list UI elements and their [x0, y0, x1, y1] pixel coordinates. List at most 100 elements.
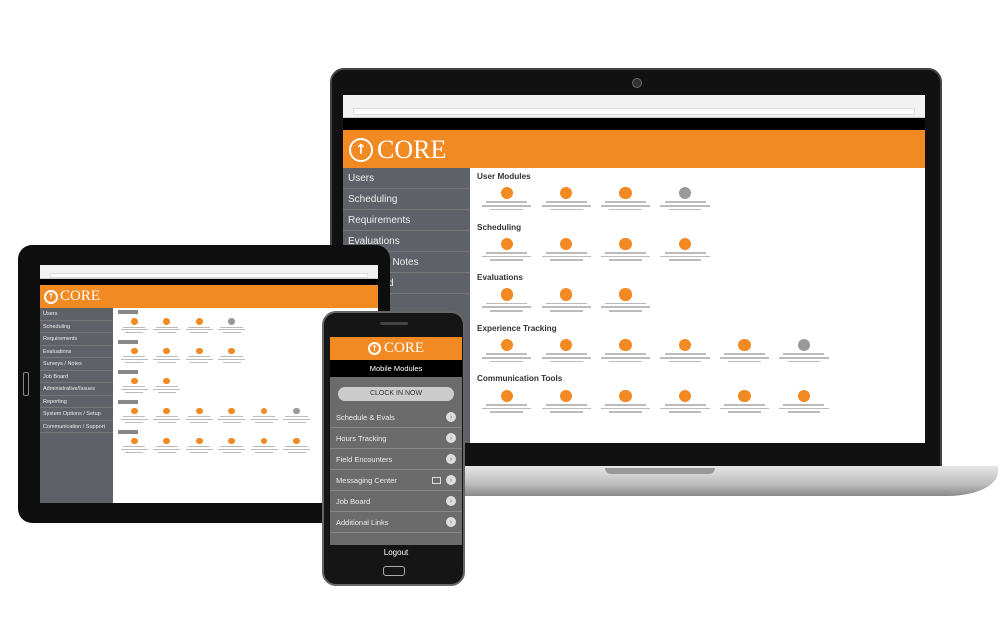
sidebar-item[interactable]: System Options / Setup	[40, 408, 113, 421]
mobile-menu-item[interactable]: Schedule & Evals ›	[330, 407, 462, 428]
sidebar-item[interactable]: Communication / Support	[40, 421, 113, 433]
mobile-menu-item[interactable]: Messaging Center ›	[330, 470, 462, 491]
module-tile[interactable]	[715, 389, 774, 413]
module-tile[interactable]	[248, 437, 280, 453]
section-heading: Experience Tracking	[477, 323, 557, 333]
module-text-line	[222, 422, 241, 424]
module-tile[interactable]	[118, 377, 150, 394]
module-icon	[195, 437, 203, 445]
module-text-line	[605, 252, 647, 254]
sidebar-item[interactable]: Scheduling	[40, 321, 113, 333]
sidebar-item[interactable]: Scheduling	[343, 189, 470, 210]
sidebar-item[interactable]: Requirements	[40, 333, 113, 346]
module-text-line	[125, 392, 144, 394]
module-tile[interactable]	[774, 338, 833, 363]
module-tile[interactable]	[477, 237, 536, 261]
module-tile[interactable]	[536, 187, 595, 211]
module-tile[interactable]	[183, 347, 215, 364]
item-actions: ›	[446, 496, 456, 506]
item-actions: ›	[446, 433, 456, 443]
module-text-line	[220, 446, 243, 448]
sidebar-item[interactable]: Users	[40, 308, 113, 321]
chevron-right-icon[interactable]: ›	[446, 496, 456, 506]
module-tile[interactable]	[536, 237, 595, 261]
module-tile[interactable]	[118, 407, 150, 424]
module-text-line	[490, 309, 524, 312]
module-text-line	[157, 422, 176, 424]
module-tile[interactable]	[655, 389, 714, 413]
module-tile[interactable]	[715, 338, 774, 363]
module-text-line	[255, 422, 274, 424]
module-text-line	[157, 392, 176, 394]
module-text-line	[285, 416, 308, 418]
chevron-right-icon[interactable]: ›	[446, 517, 456, 527]
module-tile[interactable]	[215, 347, 247, 364]
module-text-line	[609, 411, 642, 413]
module-tile[interactable]	[183, 437, 215, 453]
module-tile[interactable]	[150, 317, 182, 334]
module-tile[interactable]	[774, 389, 833, 413]
module-tile[interactable]	[477, 187, 536, 211]
module-tile[interactable]	[248, 407, 280, 424]
module-tile[interactable]	[477, 288, 536, 312]
module-tile[interactable]	[183, 407, 215, 424]
chevron-right-icon[interactable]: ›	[446, 412, 456, 422]
module-tile[interactable]	[215, 407, 247, 424]
module-tile[interactable]	[150, 347, 182, 364]
sidebar-item[interactable]: Surveys / Notes	[40, 358, 113, 371]
section-heading: Communication Tools	[477, 374, 563, 384]
module-tile[interactable]	[596, 237, 655, 261]
address-bar[interactable]	[353, 108, 915, 115]
module-text-line	[541, 407, 591, 410]
sidebar-item[interactable]: Evaluations	[40, 346, 113, 358]
module-tile[interactable]	[150, 377, 182, 394]
mobile-menu-item[interactable]: Hours Tracking ›	[330, 428, 462, 449]
module-tile[interactable]	[655, 237, 714, 261]
module-tile[interactable]	[477, 389, 536, 413]
module-icon	[619, 187, 632, 200]
module-text-line	[541, 356, 591, 359]
sidebar-item[interactable]: Requirements	[343, 210, 470, 231]
sidebar-item[interactable]: Reporting	[40, 396, 113, 408]
tablet-home-button[interactable]	[23, 372, 29, 396]
logout-link[interactable]: Logout	[330, 545, 462, 561]
module-tile[interactable]	[150, 437, 182, 453]
clock-in-button[interactable]: CLOCK IN NOW	[338, 387, 454, 401]
module-tile[interactable]	[280, 407, 312, 424]
phone-home-button[interactable]	[383, 566, 405, 576]
module-tile[interactable]	[536, 389, 595, 413]
module-tile[interactable]	[118, 317, 150, 334]
module-tile[interactable]	[477, 338, 536, 363]
module-tile[interactable]	[215, 317, 247, 334]
chevron-right-icon[interactable]: ›	[446, 475, 456, 485]
mobile-menu-item[interactable]: Additional Links ›	[330, 512, 462, 533]
module-tile[interactable]	[596, 187, 655, 211]
module-tile[interactable]	[655, 338, 714, 363]
module-text-line	[220, 326, 243, 328]
sidebar-item[interactable]: Job Board	[40, 371, 113, 383]
address-bar[interactable]	[50, 273, 368, 278]
module-tile[interactable]	[118, 347, 150, 364]
module-tile[interactable]	[536, 288, 595, 312]
sidebar-item[interactable]: Users	[343, 168, 470, 189]
module-tile[interactable]	[150, 407, 182, 424]
menu-item-label: Field Encounters	[336, 454, 393, 464]
chevron-right-icon[interactable]: ›	[446, 454, 456, 464]
module-row	[477, 338, 917, 363]
module-tile[interactable]	[596, 389, 655, 413]
chevron-right-icon[interactable]: ›	[446, 433, 456, 443]
mobile-menu-item[interactable]: Job Board ›	[330, 491, 462, 512]
module-text-line	[218, 449, 246, 451]
module-tile[interactable]	[183, 317, 215, 334]
module-tile[interactable]	[596, 338, 655, 363]
module-icon	[130, 377, 138, 385]
module-tile[interactable]	[118, 437, 150, 453]
module-tile[interactable]	[655, 187, 714, 211]
module-tile[interactable]	[280, 437, 312, 453]
mobile-menu-item[interactable]: Field Encounters ›	[330, 449, 462, 470]
module-tile[interactable]	[215, 437, 247, 453]
module-tile[interactable]	[596, 288, 655, 312]
sidebar-item[interactable]: Administrative/Issues	[40, 383, 113, 396]
module-tile[interactable]	[536, 338, 595, 363]
module-icon	[619, 389, 632, 402]
